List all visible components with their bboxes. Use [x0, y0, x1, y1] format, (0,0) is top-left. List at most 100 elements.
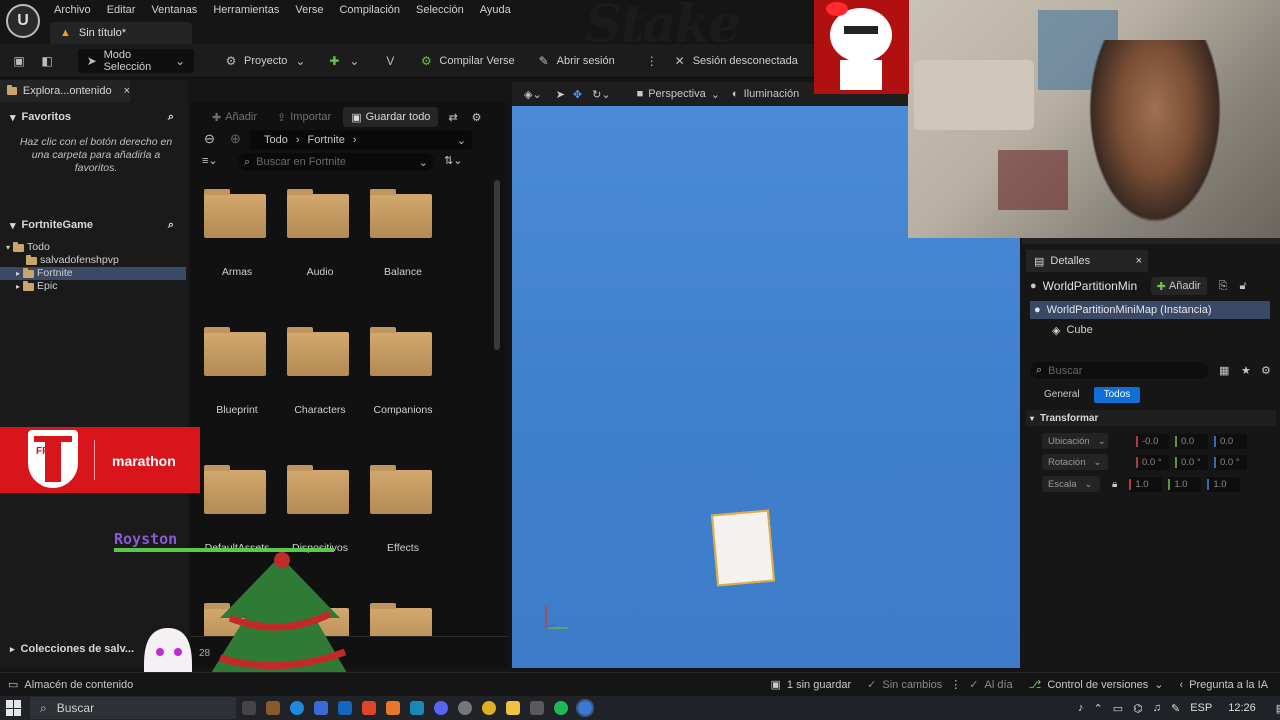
settings-icon[interactable]: ⚙	[472, 111, 482, 124]
menu-ayuda[interactable]: Ayuda	[472, 1, 519, 19]
no-changes-status[interactable]: ✓ Sin cambios	[859, 674, 950, 696]
folder-dispositivos[interactable]: Dispositivos	[273, 462, 353, 562]
compile-verse-button[interactable]: ⚙ Compilar Verse	[411, 49, 522, 73]
document-tab[interactable]: ▲ Sin título*	[50, 22, 192, 44]
session-status[interactable]: ✕ Sesión desconectada	[665, 49, 806, 73]
more-options-icon[interactable]: ⋮	[950, 678, 961, 691]
rotation-y[interactable]: 0.0 °	[1175, 454, 1208, 470]
folder-partial[interactable]	[356, 600, 436, 636]
file-explorer-icon[interactable]	[506, 701, 520, 715]
settings-icon[interactable]: ⚙	[1261, 364, 1271, 377]
perspective-button[interactable]: ■ Perspectiva ⌄	[637, 88, 720, 101]
menu-ventanas[interactable]: Ventanas	[143, 1, 205, 19]
chevron-up-icon[interactable]: ⌃	[1094, 702, 1103, 715]
folder-characters[interactable]: Characters	[273, 324, 353, 424]
import-button[interactable]: ⇪ Importar	[269, 107, 339, 127]
open-session-button[interactable]: ✎ Abrir sesión	[529, 49, 623, 73]
asset-search-input[interactable]: ⌕ Buscar en Fortnite ⌄	[238, 153, 434, 171]
scrollbar[interactable]	[494, 180, 500, 350]
folder-armas[interactable]: Armas	[190, 186, 270, 286]
up-to-date-status[interactable]: ✓ Al día	[961, 674, 1020, 696]
network-icon[interactable]: ⌬	[1133, 702, 1143, 715]
chevron-down-icon[interactable]: ⌄	[457, 134, 466, 147]
rotation-dropdown[interactable]: Rotación ⌄	[1042, 454, 1108, 470]
location-x[interactable]: -0.0	[1136, 433, 1169, 449]
search-icon[interactable]: ⌕	[168, 219, 174, 232]
chrome-icon[interactable]	[482, 701, 496, 715]
scale-x[interactable]: 1.0	[1129, 476, 1163, 492]
discord-icon[interactable]	[434, 701, 448, 715]
tab-general[interactable]: General	[1034, 387, 1090, 403]
notifications-icon[interactable]: ▤	[1276, 702, 1280, 715]
component-row-cube[interactable]: ◈ Cube	[1052, 322, 1093, 338]
favorites-star-icon[interactable]: ★	[1241, 364, 1251, 377]
back-icon[interactable]: ⊖	[204, 131, 215, 147]
add-button[interactable]: ✚ Añadir	[204, 107, 265, 127]
rotation-z[interactable]: 0.0 °	[1214, 454, 1247, 470]
outlook-icon[interactable]	[338, 701, 352, 715]
unsaved-button[interactable]: ▣ 1 sin guardar	[763, 674, 860, 696]
ask-ai-button[interactable]: ‹ Pregunta a la IA	[1171, 674, 1276, 696]
scale-dropdown[interactable]: Escala ⌄	[1042, 476, 1100, 492]
widgets-icon[interactable]	[266, 701, 280, 715]
tab-todos[interactable]: Todos	[1093, 386, 1141, 403]
store-icon[interactable]	[314, 701, 328, 715]
component-row-instance[interactable]: ● WorldPartitionMiniMap (Instancia)	[1030, 301, 1270, 319]
lock-icon[interactable]: 🔓︎	[1239, 280, 1246, 293]
more-options-icon[interactable]: ⋮	[645, 54, 659, 68]
folder-balance[interactable]: Balance	[356, 186, 436, 286]
menu-herramientas[interactable]: Herramientas	[205, 1, 287, 19]
menu-compilacion[interactable]: Compilación	[331, 1, 408, 19]
folder-audio[interactable]: Audio	[273, 186, 353, 286]
add-component-button[interactable]: ✚ Añadir	[1150, 277, 1207, 295]
app-orange-icon[interactable]	[386, 701, 400, 715]
selected-cube-mesh[interactable]	[710, 509, 776, 587]
details-search-input[interactable]: ⌕ Buscar	[1030, 362, 1208, 379]
brave-icon[interactable]	[362, 701, 376, 715]
folder-companions[interactable]: Companions	[356, 324, 436, 424]
spotify-icon[interactable]	[554, 701, 568, 715]
fortnitegame-header[interactable]: ▾ FortniteGame ⌕	[0, 213, 186, 237]
menu-editar[interactable]: Editar	[99, 1, 144, 19]
folder-effects[interactable]: Effects	[356, 462, 436, 562]
task-view-icon[interactable]	[242, 701, 256, 715]
transform-section-header[interactable]: ▾ Transformar	[1026, 410, 1276, 426]
close-icon[interactable]: ×	[124, 85, 130, 97]
mode-select-button[interactable]: ➤ Modo Selección ⌄	[78, 48, 194, 73]
sort-icon[interactable]: ⇅⌄	[444, 154, 462, 167]
location-dropdown[interactable]: Ubicación ⌄	[1042, 433, 1108, 449]
obs-icon[interactable]	[458, 701, 472, 715]
rotation-x[interactable]: 0.0 °	[1136, 454, 1169, 470]
tree-item-epic[interactable]: ▸ Epic	[0, 280, 186, 293]
language-indicator[interactable]: ESP	[1190, 702, 1212, 714]
microphone-icon[interactable]: ♪	[1078, 702, 1084, 714]
breadcrumb-todo[interactable]: Todo	[264, 134, 288, 146]
tree-item-salvadofenshpvp[interactable]: salvadofenshpvp	[0, 254, 186, 267]
vscode-icon[interactable]	[410, 701, 424, 715]
menu-verse[interactable]: Verse	[287, 1, 331, 19]
rotate-tool-icon[interactable]: ↻⌄	[592, 88, 610, 101]
save-all-button[interactable]: ▣ Guardar todo	[343, 107, 439, 127]
favorites-header[interactable]: ▾ Favoritos ⌕	[0, 105, 186, 129]
location-z[interactable]: 0.0	[1214, 433, 1247, 449]
pen-icon[interactable]: ✎	[1171, 702, 1180, 715]
scale-y[interactable]: 1.0	[1168, 476, 1202, 492]
move-tool-icon[interactable]: ✥	[573, 88, 582, 101]
close-icon[interactable]: ×	[1136, 255, 1142, 267]
details-tab[interactable]: ▤ Detalles ×	[1026, 250, 1148, 272]
content-icon[interactable]: ◧	[40, 54, 54, 68]
location-y[interactable]: 0.0	[1175, 433, 1208, 449]
scale-z[interactable]: 1.0	[1207, 476, 1241, 492]
select-tool-icon[interactable]: ➤	[556, 88, 565, 101]
tree-item-todo[interactable]: ▾ Todo	[0, 241, 186, 254]
save-icon[interactable]: ▣	[12, 54, 26, 68]
sync-icon[interactable]: ⇄	[448, 111, 457, 124]
filter-icon[interactable]: ≡⌄	[202, 154, 218, 167]
breadcrumb-fortnite[interactable]: Fortnite	[308, 134, 345, 146]
unreal-editor-icon[interactable]	[576, 699, 594, 717]
menu-archivo[interactable]: Archivo	[46, 1, 99, 19]
tree-item-fortnite[interactable]: ▸ Fortnite	[0, 267, 186, 280]
create-button[interactable]: ✚ ⌄	[319, 49, 369, 73]
outliner-splitter[interactable]	[1022, 238, 1280, 244]
content-drawer-button[interactable]: ▭ Almacén de contenido	[0, 674, 141, 696]
